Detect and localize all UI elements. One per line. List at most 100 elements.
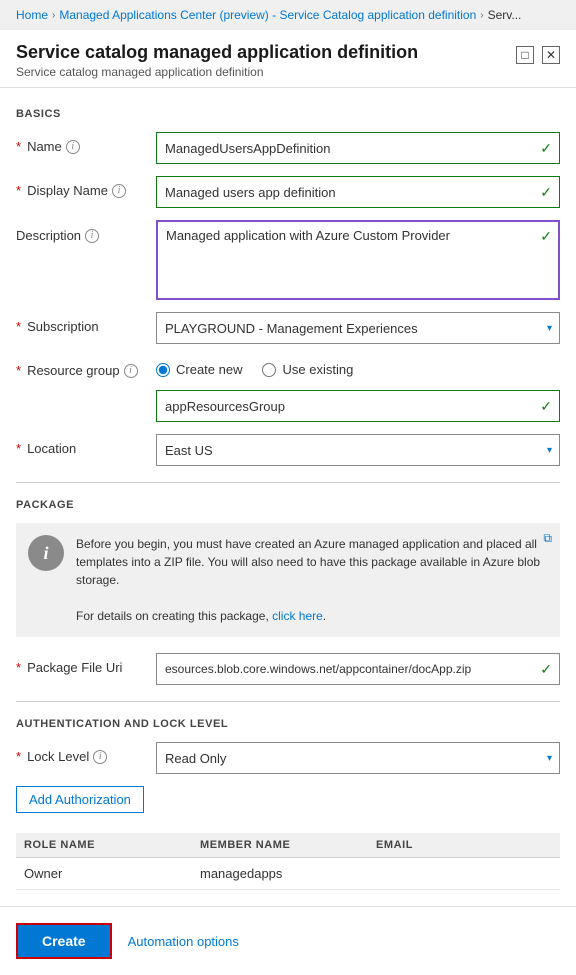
- lock-level-field: Read Only CanNotDelete None ▾: [156, 742, 560, 774]
- breadcrumb-managed-apps[interactable]: Managed Applications Center (preview) - …: [59, 8, 476, 22]
- breadcrumb-sep1: ›: [52, 10, 55, 21]
- create-new-label: Create new: [176, 362, 242, 377]
- info-box-line1: Before you begin, you must have created …: [76, 537, 540, 587]
- external-link-icon[interactable]: ⧉: [543, 531, 552, 546]
- resource-group-required-star: *: [16, 363, 21, 378]
- name-label: * Name i: [16, 132, 156, 154]
- subscription-label: * Subscription: [16, 312, 156, 334]
- name-input[interactable]: [156, 132, 560, 164]
- col-email: EMAIL: [376, 839, 552, 851]
- description-row: Description i Managed application with A…: [16, 220, 560, 300]
- location-select[interactable]: East US: [156, 434, 560, 466]
- info-box-line2-prefix: For details on creating this package,: [76, 609, 272, 623]
- use-existing-label: Use existing: [282, 362, 353, 377]
- footer: Create Automation options: [0, 906, 576, 975]
- package-section-title: PACKAGE: [16, 499, 560, 511]
- display-name-required-star: *: [16, 183, 21, 198]
- basics-divider: [16, 482, 560, 483]
- description-info-icon[interactable]: i: [85, 229, 99, 243]
- lock-level-select[interactable]: Read Only CanNotDelete None: [156, 742, 560, 774]
- breadcrumb-home[interactable]: Home: [16, 8, 48, 22]
- resource-group-radio-field: Create new Use existing: [156, 356, 560, 377]
- package-uri-required-star: *: [16, 660, 21, 675]
- display-name-info-icon[interactable]: i: [112, 184, 126, 198]
- lock-level-required-star: *: [16, 749, 21, 764]
- row-role-name: Owner: [24, 866, 200, 881]
- resource-group-check-icon: ✓: [540, 398, 552, 415]
- name-field: ✓: [156, 132, 560, 164]
- subscription-field: PLAYGROUND - Management Experiences ▾: [156, 312, 560, 344]
- basics-section-title: BASICS: [16, 108, 560, 120]
- info-box-line2-suffix: .: [323, 609, 326, 623]
- resource-group-label: * Resource group i: [16, 356, 156, 378]
- display-name-check-icon: ✓: [540, 184, 552, 201]
- name-row: * Name i ✓: [16, 132, 560, 164]
- resource-group-input-wrapper: ✓: [156, 390, 560, 422]
- description-input[interactable]: Managed application with Azure Custom Pr…: [156, 220, 560, 300]
- auth-section-title: AUTHENTICATION AND LOCK LEVEL: [16, 718, 560, 730]
- auth-table-header: ROLE NAME MEMBER NAME EMAIL: [16, 833, 560, 858]
- page-title: Service catalog managed application defi…: [16, 42, 418, 63]
- subscription-row: * Subscription PLAYGROUND - Management E…: [16, 312, 560, 344]
- package-uri-label: * Package File Uri: [16, 653, 156, 675]
- breadcrumb: Home › Managed Applications Center (prev…: [0, 0, 576, 30]
- location-label: * Location: [16, 434, 156, 456]
- description-label: Description i: [16, 220, 156, 243]
- breadcrumb-sep2: ›: [480, 10, 483, 21]
- location-row: * Location East US ▾: [16, 434, 560, 466]
- package-uri-input-wrapper: ✓: [156, 653, 560, 685]
- use-existing-radio[interactable]: [262, 363, 276, 377]
- automation-options-link[interactable]: Automation options: [128, 934, 239, 949]
- description-field: Managed application with Azure Custom Pr…: [156, 220, 560, 300]
- lock-level-info-icon[interactable]: i: [93, 750, 107, 764]
- col-member-name: MEMBER NAME: [200, 839, 376, 851]
- window-controls: □ ✕: [516, 46, 560, 64]
- auth-table: ROLE NAME MEMBER NAME EMAIL Owner manage…: [16, 833, 560, 890]
- info-box-text: Before you begin, you must have created …: [76, 535, 548, 625]
- name-input-wrapper: ✓: [156, 132, 560, 164]
- use-existing-radio-option[interactable]: Use existing: [262, 362, 353, 377]
- display-name-row: * Display Name i ✓: [16, 176, 560, 208]
- page-subtitle: Service catalog managed application defi…: [16, 65, 418, 79]
- table-row: Owner managedapps: [16, 858, 560, 890]
- lock-level-row: * Lock Level i Read Only CanNotDelete No…: [16, 742, 560, 774]
- display-name-input[interactable]: [156, 176, 560, 208]
- subscription-select-wrapper: PLAYGROUND - Management Experiences ▾: [156, 312, 560, 344]
- display-name-field: ✓: [156, 176, 560, 208]
- subscription-required-star: *: [16, 319, 21, 334]
- display-name-label: * Display Name i: [16, 176, 156, 198]
- create-new-radio-option[interactable]: Create new: [156, 362, 242, 377]
- display-name-input-wrapper: ✓: [156, 176, 560, 208]
- resource-group-value-row: ✓: [16, 390, 560, 422]
- create-button[interactable]: Create: [16, 923, 112, 959]
- close-button[interactable]: ✕: [542, 46, 560, 64]
- resource-group-radio-group: Create new Use existing: [156, 356, 560, 377]
- package-divider: [16, 701, 560, 702]
- resource-group-radio-row: * Resource group i Create new Use existi…: [16, 356, 560, 378]
- row-email: [376, 866, 552, 881]
- add-authorization-button[interactable]: Add Authorization: [16, 786, 144, 813]
- col-role-name: ROLE NAME: [24, 839, 200, 851]
- resource-group-value-label-spacer: [16, 390, 156, 397]
- resource-group-input[interactable]: [156, 390, 560, 422]
- minimize-button[interactable]: □: [516, 46, 534, 64]
- location-select-wrapper: East US ▾: [156, 434, 560, 466]
- location-required-star: *: [16, 441, 21, 456]
- package-uri-check-icon: ✓: [540, 661, 552, 678]
- info-box-icon: i: [28, 535, 64, 571]
- info-box-link[interactable]: click here: [272, 609, 323, 623]
- resource-group-info-icon[interactable]: i: [124, 364, 138, 378]
- main-content: BASICS * Name i ✓ * Display Name i ✓: [0, 88, 576, 906]
- subscription-select[interactable]: PLAYGROUND - Management Experiences: [156, 312, 560, 344]
- window-header: Service catalog managed application defi…: [0, 30, 576, 88]
- name-info-icon[interactable]: i: [66, 140, 80, 154]
- resource-group-value-field: ✓: [156, 390, 560, 422]
- package-uri-field: ✓: [156, 653, 560, 685]
- name-check-icon: ✓: [540, 140, 552, 157]
- lock-level-select-wrapper: Read Only CanNotDelete None ▾: [156, 742, 560, 774]
- package-uri-input[interactable]: [156, 653, 560, 685]
- row-member-name: managedapps: [200, 866, 376, 881]
- lock-level-label: * Lock Level i: [16, 742, 156, 764]
- breadcrumb-current: Serv...: [488, 8, 522, 22]
- create-new-radio[interactable]: [156, 363, 170, 377]
